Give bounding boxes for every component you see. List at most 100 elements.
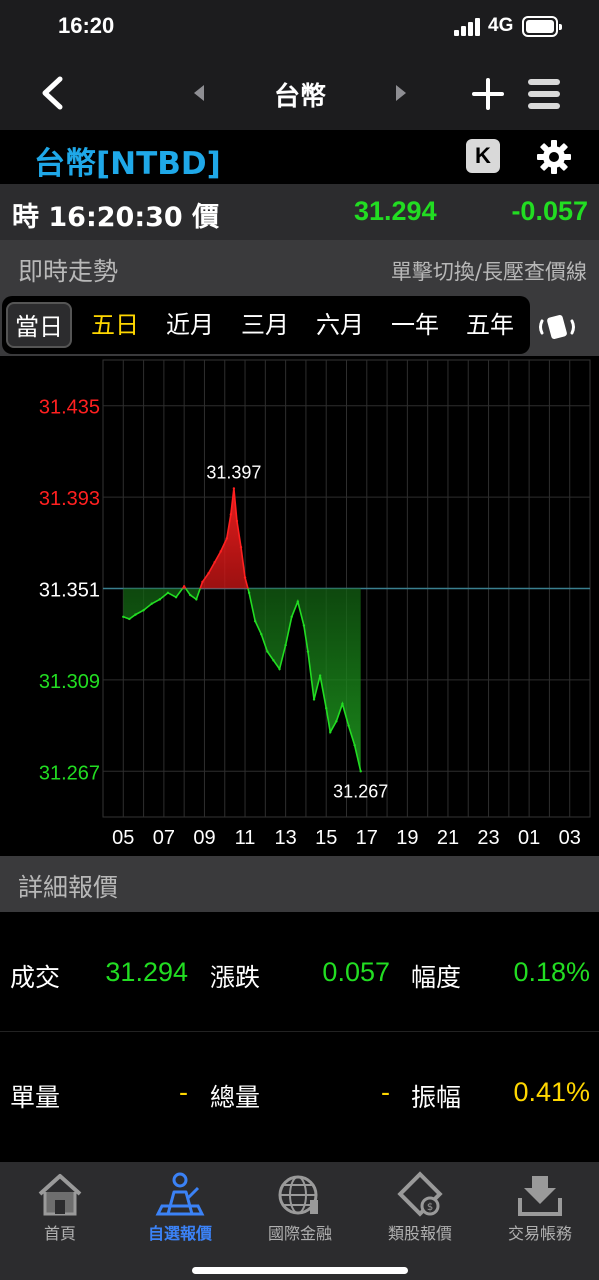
y-tick-label: 31.435 — [39, 397, 100, 419]
data-point — [247, 591, 251, 595]
trend-title: 即時走勢 — [18, 257, 119, 286]
data-point — [225, 537, 228, 540]
high-annotation: 31.397 — [206, 462, 261, 482]
data-point — [235, 519, 239, 523]
symbol-bar: 台幣[NTBD] — [0, 130, 599, 184]
intraday-chart[interactable]: 31.435 31.393 31.351 31.309 31.267 05 07 09 11 13… — [0, 356, 599, 856]
data-point — [219, 550, 222, 553]
amplitude-value: 0.41% — [513, 1077, 590, 1107]
home-icon — [38, 1174, 82, 1216]
range-tab-1year[interactable]: 一年 — [382, 302, 448, 348]
data-point — [166, 591, 170, 595]
detail-section-header: 詳細報價 — [0, 856, 599, 912]
tab-watchlist-label: 自選報價 — [147, 1224, 212, 1243]
y-tick-label: 31.267 — [39, 762, 100, 784]
x-tick-label: 07 — [153, 827, 175, 849]
quote-time-label: 時 16:20:30 價 — [12, 202, 220, 233]
data-point — [253, 619, 257, 623]
quote-change: -0.057 — [511, 196, 588, 226]
data-point — [302, 624, 306, 627]
globe-icon — [278, 1175, 318, 1215]
data-point — [207, 572, 210, 575]
x-tick-label: 19 — [396, 827, 418, 849]
x-tick-label: 17 — [356, 827, 378, 849]
tab-international[interactable]: 國際金融 — [240, 1162, 360, 1252]
data-point — [182, 585, 186, 588]
prev-symbol-icon[interactable] — [194, 85, 204, 101]
data-point — [260, 633, 263, 636]
tab-international-label: 國際金融 — [267, 1224, 332, 1243]
nav-bar: 台幣 — [0, 56, 599, 130]
back-icon[interactable] — [38, 76, 72, 110]
data-point — [229, 513, 233, 516]
x-tick-label: 13 — [275, 827, 297, 849]
detail-title: 詳細報價 — [18, 873, 119, 902]
data-point — [272, 659, 275, 662]
data-point — [195, 598, 198, 601]
total-volume-label: 總量 — [210, 1083, 261, 1112]
symbol-name: 台幣[NTBD] — [34, 146, 221, 182]
data-point — [353, 743, 356, 747]
range-tab-3month[interactable]: 三月 — [232, 302, 298, 348]
tab-home[interactable]: 首頁 — [0, 1162, 120, 1252]
next-symbol-icon[interactable] — [396, 85, 406, 101]
data-point — [122, 615, 125, 618]
tab-sector[interactable]: $ 類股報價 — [360, 1162, 480, 1252]
x-tick-label: 23 — [477, 827, 499, 849]
status-time: 16:20 — [58, 13, 115, 38]
data-point — [128, 617, 131, 621]
data-point — [201, 580, 204, 584]
tab-trade[interactable]: 交易帳務 — [480, 1162, 599, 1252]
rotate-screen-icon[interactable] — [538, 314, 576, 340]
x-tick-label: 03 — [559, 827, 581, 849]
menu-icon[interactable] — [528, 78, 560, 110]
data-point — [266, 650, 269, 653]
range-tab-month[interactable]: 近月 — [157, 302, 223, 348]
total-volume-value: - — [381, 1077, 390, 1107]
data-point — [312, 698, 316, 701]
tab-watchlist[interactable]: 自選報價 — [120, 1162, 240, 1252]
range-tab-day[interactable]: 當日 — [6, 302, 72, 348]
network-type: 4G — [488, 15, 514, 36]
data-point — [318, 674, 322, 677]
data-point — [142, 609, 145, 612]
y-tick-label: 31.351 — [39, 580, 100, 602]
range-bar: 當日 五日 近月 三月 六月 一年 五年 — [0, 296, 599, 356]
home-indicator — [192, 1267, 408, 1274]
x-tick-label: 05 — [112, 827, 134, 849]
amplitude-label: 振幅 — [411, 1083, 462, 1112]
data-point — [335, 720, 338, 723]
svg-text:$: $ — [427, 1202, 433, 1213]
change-pct-value: 0.18% — [513, 957, 590, 987]
x-tick-label: 21 — [437, 827, 459, 849]
trade-price-label: 成交 — [10, 963, 61, 992]
range-tab-6month[interactable]: 六月 — [307, 302, 373, 348]
quote-bar: 時 16:20:30 價 31.294 -0.057 — [0, 184, 599, 240]
change-pct-label: 幅度 — [411, 963, 462, 992]
x-tick-label: 11 — [235, 827, 256, 849]
unit-volume-label: 單量 — [10, 1083, 61, 1112]
change-value: 0.057 — [322, 957, 390, 987]
page-title: 台幣 — [273, 82, 326, 112]
x-tick-label: 15 — [315, 827, 337, 849]
gear-icon[interactable] — [536, 139, 572, 175]
data-point — [189, 593, 192, 597]
k-chart-button[interactable]: K — [466, 139, 500, 173]
detail-row-2: 單量 - 總量 - 振幅 0.41% — [0, 1032, 599, 1162]
data-point — [174, 596, 178, 599]
data-point — [347, 724, 350, 727]
range-tab-5year[interactable]: 五年 — [457, 302, 523, 348]
range-tab-5day[interactable]: 五日 — [82, 302, 148, 348]
data-point — [213, 561, 216, 564]
data-point — [284, 643, 287, 647]
chart-svg[interactable]: 31.435 31.393 31.351 31.309 31.267 05 07 09 11 13… — [0, 356, 599, 856]
trade-icon — [518, 1176, 562, 1216]
add-icon[interactable] — [472, 78, 504, 110]
x-tick-label: 01 — [518, 827, 540, 849]
data-point — [290, 615, 293, 618]
trend-section-header: 即時走勢 單擊切換/長壓查價線 — [0, 240, 599, 296]
tab-sector-label: 類股報價 — [387, 1224, 452, 1243]
data-point — [158, 598, 162, 601]
tab-home-label: 首頁 — [43, 1224, 76, 1243]
signal-icon — [454, 18, 482, 36]
